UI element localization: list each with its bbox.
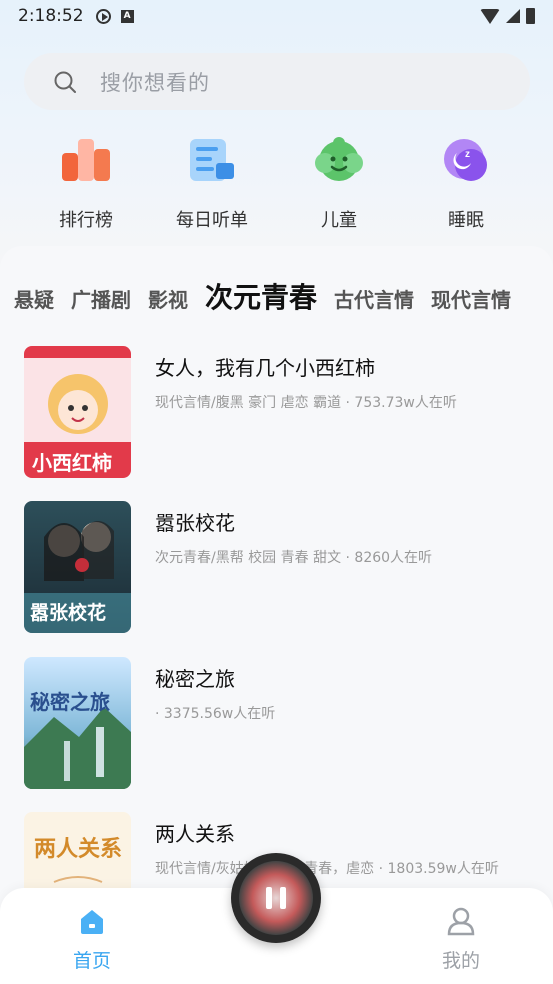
tab-radio-drama[interactable]: 广播剧: [71, 284, 131, 313]
list-item[interactable]: 小西红柿 女人，我有几个小西红柿 现代言情/腹黑 豪门 虐恋 霸道 · 753.…: [24, 346, 529, 478]
nav-me[interactable]: 我的: [425, 906, 497, 973]
tab-suspense[interactable]: 悬疑: [14, 284, 54, 313]
kids-icon: [309, 130, 369, 190]
book-cover: 嚣张校花: [24, 501, 131, 633]
list-item[interactable]: 秘密之旅 秘密之旅 · 3375.56w人在听: [24, 657, 529, 789]
nav-home-label: 首页: [72, 950, 111, 972]
status-bar: 2:18:52 A: [0, 0, 553, 32]
book-title: 秘密之旅: [155, 667, 235, 691]
media-playing-icon: [95, 8, 111, 24]
quick-entry-label: 每日听单: [176, 210, 248, 231]
nav-home[interactable]: 首页: [56, 906, 128, 973]
profile-icon: [446, 906, 476, 940]
quick-entry-label: 睡眠: [448, 210, 484, 231]
quick-entry-daily-list[interactable]: 每日听单: [152, 130, 272, 232]
search-icon: [54, 71, 76, 93]
book-meta: 次元青春/黑帮 校园 青春 甜文 · 8260人在听: [155, 550, 433, 566]
tab-ancient-romance[interactable]: 古代言情: [334, 284, 414, 313]
quick-entry-ranking[interactable]: 排行榜: [26, 130, 146, 232]
tab-modern-romance[interactable]: 现代言情: [431, 284, 511, 313]
list-item[interactable]: 嚣张校花 嚣张校花 次元青春/黑帮 校园 青春 甜文 · 8260人在听: [24, 501, 529, 633]
quick-entry-label: 排行榜: [59, 210, 113, 231]
quick-entry-sleep[interactable]: z 睡眠: [406, 130, 526, 232]
book-cover: 小西红柿: [24, 346, 131, 478]
book-cover: 秘密之旅: [24, 657, 131, 789]
mini-player-button[interactable]: [231, 853, 321, 943]
search-placeholder: 搜你想看的: [100, 70, 210, 95]
daily-list-icon: [182, 130, 242, 190]
search-bar[interactable]: 搜你想看的: [24, 53, 530, 110]
book-meta: · 3375.56w人在听: [155, 706, 276, 722]
quick-entry-label: 儿童: [321, 210, 357, 231]
cover-title: 嚣张校花: [30, 601, 106, 624]
home-icon: [77, 906, 107, 940]
wifi-icon: [480, 8, 500, 24]
quick-entry-row: 排行榜 每日听单 儿童 z 睡眠: [0, 130, 553, 235]
book-title: 女人，我有几个小西红柿: [155, 356, 375, 380]
sleep-icon: z: [436, 130, 496, 190]
cover-title: 两人关系: [34, 836, 122, 862]
content-panel: 悬疑 广播剧 影视 次元青春 古代言情 现代言情 小西红柿 女人，我有几个小西红柿 现代言…: [0, 246, 553, 944]
tab-youth[interactable]: 次元青春: [205, 276, 317, 316]
book-title: 嚣张校花: [155, 511, 235, 535]
quick-entry-kids[interactable]: 儿童: [279, 130, 399, 232]
cover-title: 小西红柿: [32, 451, 112, 475]
book-meta: 现代言情/灰姑娘 豪门，青春，虐恋 · 1803.59w人在听: [155, 861, 499, 877]
pause-icon: [266, 887, 286, 909]
status-time: 2:18:52: [18, 6, 84, 26]
signal-icon: [506, 9, 520, 23]
tab-film[interactable]: 影视: [148, 284, 188, 313]
cover-title: 秘密之旅: [30, 690, 110, 714]
book-meta: 现代言情/腹黑 豪门 虐恋 霸道 · 753.73w人在听: [155, 395, 457, 411]
app-notification-icon: A: [120, 9, 134, 23]
player-cover-disc: [239, 861, 313, 935]
ranking-icon: [56, 130, 116, 190]
svg-text:z: z: [465, 149, 470, 160]
battery-icon: [526, 8, 535, 24]
nav-me-label: 我的: [441, 950, 480, 972]
category-tabs: 悬疑 广播剧 影视 次元青春 古代言情 现代言情: [14, 276, 539, 326]
book-title: 两人关系: [155, 822, 235, 846]
